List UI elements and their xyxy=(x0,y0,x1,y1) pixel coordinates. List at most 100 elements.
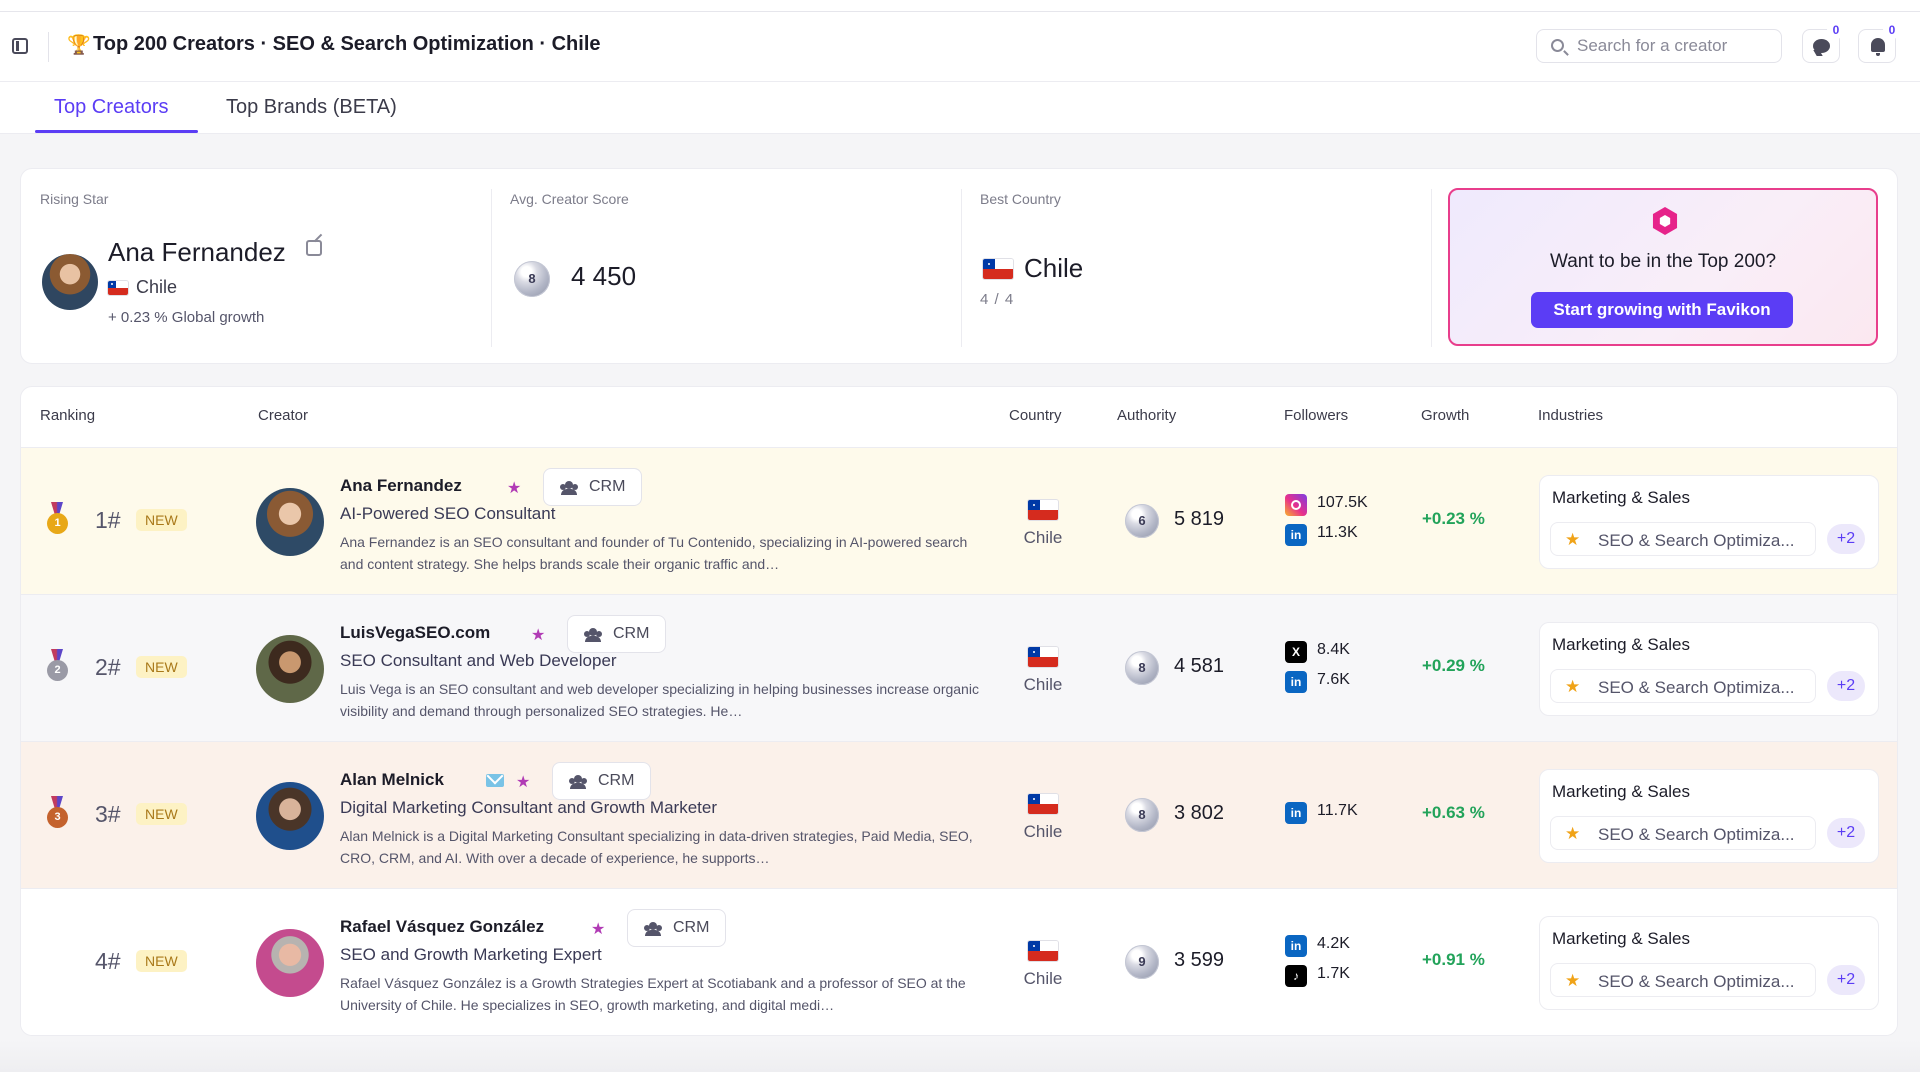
score-badge-icon: 8 xyxy=(1125,798,1159,832)
table-row[interactable]: 4# NEW Rafael Vásquez González ★ CRM SEO… xyxy=(21,889,1897,1035)
search-icon xyxy=(1551,39,1564,52)
search-input[interactable] xyxy=(1577,30,1777,62)
tab-top-creators[interactable]: Top Creators xyxy=(54,96,169,119)
crm-label: CRM xyxy=(613,625,650,642)
column-header-creator[interactable]: Creator xyxy=(258,407,308,424)
more-industries-badge[interactable]: +2 xyxy=(1827,524,1865,554)
sub-industry-label: SEO & Search Optimiza... xyxy=(1598,972,1795,991)
crm-label: CRM xyxy=(589,478,626,495)
crm-button[interactable]: CRM xyxy=(567,615,667,653)
medal-number: 2 xyxy=(47,660,68,681)
industry-name: Marketing & Sales xyxy=(1552,782,1690,801)
country-name: Chile xyxy=(1023,822,1063,841)
linkedin-icon[interactable]: in xyxy=(1285,671,1307,693)
top-strip xyxy=(0,0,1920,12)
tiktok-icon[interactable]: ♪ xyxy=(1285,965,1307,987)
table-row[interactable]: 1 1# NEW Ana Fernandez ★ CRM AI-Powered … xyxy=(21,448,1897,595)
linkedin-icon[interactable]: in xyxy=(1285,524,1307,546)
sub-industry-pill[interactable]: ★ SEO & Search Optimiza... xyxy=(1550,669,1816,703)
creator-name[interactable]: Ana Fernandez xyxy=(340,476,462,496)
avatar[interactable] xyxy=(256,782,324,850)
creator-description: Rafael Vásquez González is a Growth Stra… xyxy=(340,975,966,1013)
follower-count: 11.3K xyxy=(1317,524,1358,541)
more-industries-badge[interactable]: +2 xyxy=(1827,671,1865,701)
tab-top-brands[interactable]: Top Brands (BETA) xyxy=(226,96,397,119)
sub-industry-pill[interactable]: ★ SEO & Search Optimiza... xyxy=(1550,816,1816,850)
authority-score: 3 599 xyxy=(1174,949,1225,971)
messages-count-badge: 0 xyxy=(1827,21,1845,39)
start-growing-button[interactable]: Start growing with Favikon xyxy=(1531,292,1793,328)
follower-count: 4.2K xyxy=(1317,935,1350,952)
linkedin-icon[interactable]: in xyxy=(1285,802,1307,824)
chile-flag-icon xyxy=(1028,794,1058,814)
avatar[interactable] xyxy=(256,635,324,703)
crm-label: CRM xyxy=(673,919,710,936)
creator-description: Luis Vega is an SEO consultant and web d… xyxy=(340,681,979,719)
follower-count: 11.7K xyxy=(1317,802,1358,819)
star-icon: ★ xyxy=(1565,824,1581,843)
country-name: Chile xyxy=(1023,528,1063,547)
rising-star-country: Chile xyxy=(136,277,178,297)
creator-name[interactable]: LuisVegaSEO.com xyxy=(340,623,490,643)
cta-card: Want to be in the Top 200? Start growing… xyxy=(1448,188,1878,346)
creators-table: Ranking Creator Country Authority Follow… xyxy=(20,386,1898,1036)
sub-industry-pill[interactable]: ★ SEO & Search Optimiza... xyxy=(1550,522,1816,556)
creator-description: Ana Fernandez is an SEO consultant and f… xyxy=(340,534,968,572)
growth-value: +0.63 % xyxy=(1422,803,1485,822)
divider xyxy=(961,189,962,347)
instagram-icon[interactable] xyxy=(1285,494,1307,516)
column-header-ranking[interactable]: Ranking xyxy=(40,407,95,424)
table-row[interactable]: 2 2# NEW LuisVegaSEO.com ★ CRM SEO Consu… xyxy=(21,595,1897,742)
industry-card: Marketing & Sales ★ SEO & Search Optimiz… xyxy=(1539,916,1879,1010)
notifications-button[interactable]: 0 xyxy=(1858,21,1901,63)
mail-icon[interactable] xyxy=(486,774,504,787)
creator-name[interactable]: Alan Melnick xyxy=(340,770,444,790)
creator-name[interactable]: Rafael Vásquez González xyxy=(340,917,544,937)
industry-name: Marketing & Sales xyxy=(1552,929,1690,948)
crm-button[interactable]: CRM xyxy=(543,468,643,506)
star-icon[interactable]: ★ xyxy=(591,919,605,939)
gold-medal-icon: 1 xyxy=(45,502,69,536)
column-header-followers[interactable]: Followers xyxy=(1284,407,1348,424)
industry-name: Marketing & Sales xyxy=(1552,488,1690,507)
x-icon[interactable]: X xyxy=(1285,641,1307,663)
messages-button[interactable]: 0 xyxy=(1802,21,1845,63)
crm-button[interactable]: CRM xyxy=(627,909,727,947)
people-icon xyxy=(560,481,580,495)
search-box[interactable] xyxy=(1536,29,1782,63)
chile-flag-icon xyxy=(1028,647,1058,667)
column-header-growth[interactable]: Growth xyxy=(1421,407,1469,424)
column-header-country[interactable]: Country xyxy=(1009,407,1062,424)
more-industries-badge[interactable]: +2 xyxy=(1827,818,1865,848)
rising-star-name[interactable]: Ana Fernandez xyxy=(108,237,286,268)
industry-card: Marketing & Sales ★ SEO & Search Optimiz… xyxy=(1539,475,1879,569)
creator-title: SEO and Growth Marketing Expert xyxy=(340,945,602,964)
rank-number: 3# xyxy=(95,801,121,827)
star-icon[interactable]: ★ xyxy=(507,478,521,498)
industry-card: Marketing & Sales ★ SEO & Search Optimiz… xyxy=(1539,622,1879,716)
avatar[interactable] xyxy=(256,929,324,997)
avatar[interactable] xyxy=(256,488,324,556)
avatar[interactable] xyxy=(42,254,98,310)
linkedin-icon[interactable]: in xyxy=(1285,935,1307,957)
divider xyxy=(1431,189,1432,347)
rank-number: 4# xyxy=(95,948,121,974)
table-row[interactable]: 3 3# NEW Alan Melnick ★ CRM Digital Mark… xyxy=(21,742,1897,889)
medal-number: 3 xyxy=(47,807,68,828)
sidebar-toggle-icon[interactable] xyxy=(12,38,28,54)
country-name: Chile xyxy=(1023,675,1063,694)
sub-industry-pill[interactable]: ★ SEO & Search Optimiza... xyxy=(1550,963,1816,997)
follower-count: 7.6K xyxy=(1317,671,1350,688)
more-industries-badge[interactable]: +2 xyxy=(1827,965,1865,995)
star-icon[interactable]: ★ xyxy=(516,772,530,792)
column-header-authority[interactable]: Authority xyxy=(1117,407,1176,424)
creator-description: Alan Melnick is a Digital Marketing Cons… xyxy=(340,828,973,866)
external-link-icon[interactable] xyxy=(306,240,322,256)
chile-flag-icon xyxy=(983,259,1013,279)
crm-button[interactable]: CRM xyxy=(552,762,652,800)
star-icon[interactable]: ★ xyxy=(531,625,545,645)
column-header-industries[interactable]: Industries xyxy=(1538,407,1603,424)
score-badge-icon: 9 xyxy=(1125,945,1159,979)
authority-score: 4 581 xyxy=(1174,655,1225,677)
active-tab-indicator xyxy=(35,130,198,133)
